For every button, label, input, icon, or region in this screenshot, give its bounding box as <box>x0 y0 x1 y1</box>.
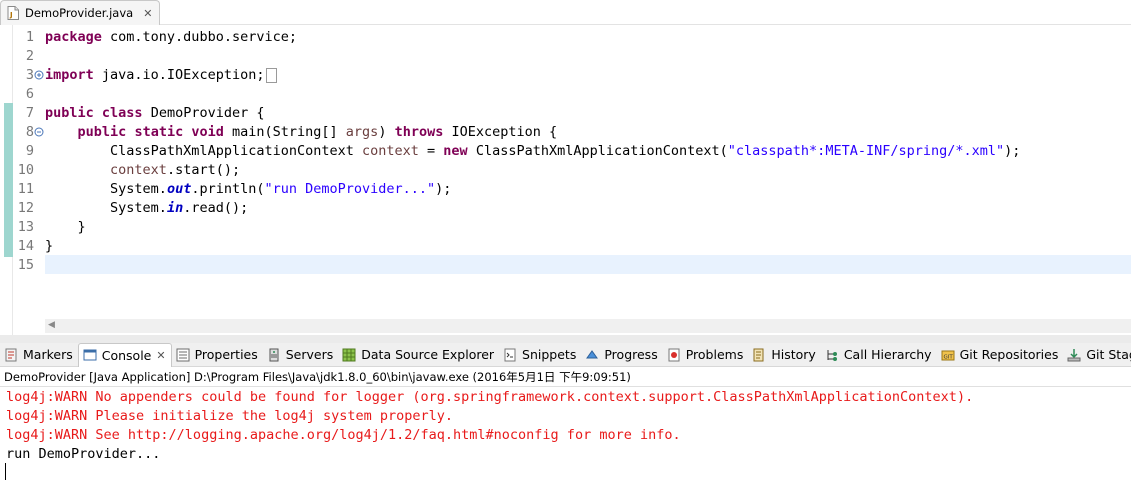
tab-git-staging[interactable]: Git Staging <box>1063 343 1131 367</box>
line-number: 8 <box>25 124 34 140</box>
java-file-icon: J <box>7 6 19 20</box>
tab-data-source-explorer[interactable]: Data Source Explorer <box>338 343 499 367</box>
tab-label: Git Repositories <box>959 347 1059 362</box>
line-number: 3 <box>25 67 34 83</box>
servers-icon <box>269 348 279 361</box>
expand-fold-icon[interactable] <box>34 70 44 80</box>
tab-label: Git Staging <box>1086 347 1131 362</box>
console-process-label: DemoProvider [Java Application] D:\Progr… <box>0 368 1131 387</box>
call-hierarchy-icon <box>827 349 837 361</box>
tab-label: History <box>771 347 816 362</box>
tab-label: Progress <box>604 347 658 362</box>
tab-label: Servers <box>285 347 334 362</box>
tab-problems[interactable]: Problems <box>663 343 749 367</box>
line-number: 6 <box>25 86 34 102</box>
folded-imports-marker[interactable] <box>266 67 278 83</box>
tab-servers[interactable]: Servers <box>263 343 339 367</box>
console-output[interactable]: log4j:WARN No appenders could be found f… <box>0 387 1131 492</box>
console-line: run DemoProvider... <box>6 446 161 462</box>
tab-console[interactable]: Console ✕ <box>77 342 172 367</box>
tab-label: Properties <box>194 347 258 362</box>
code-line-1: package com.tony.dubbo.service; <box>45 29 297 45</box>
svg-text:GIT: GIT <box>943 354 953 360</box>
code-line-3: import java.io.IOException; <box>45 66 278 85</box>
tab-properties[interactable]: Properties <box>172 343 263 367</box>
tab-label: Problems <box>685 347 744 362</box>
tab-label: Data Source Explorer <box>361 347 495 362</box>
code-editor[interactable]: 1 2 3 6 7 8 9 10 11 12 13 14 15 package … <box>0 25 1131 335</box>
code-area[interactable]: package com.tony.dubbo.service; import j… <box>45 25 1131 315</box>
data-source-icon <box>342 348 356 361</box>
line-number: 1 <box>25 29 34 45</box>
line-number: 14 <box>17 238 34 254</box>
line-number-gutter: 1 2 3 6 7 8 9 10 11 12 13 14 15 <box>14 25 44 315</box>
line-number: 9 <box>25 143 34 159</box>
collapse-fold-icon[interactable] <box>34 127 44 137</box>
git-repositories-icon: GIT <box>941 350 955 360</box>
line-number: 10 <box>17 162 34 178</box>
close-icon[interactable]: ✕ <box>156 349 165 362</box>
tab-git-repositories[interactable]: GIT Git Repositories <box>937 343 1064 367</box>
tab-call-hierarchy[interactable]: Call Hierarchy <box>821 343 937 367</box>
change-marker-bar <box>4 103 13 257</box>
editor-tab-demoprovider[interactable]: J DemoProvider.java ✕ <box>0 0 160 25</box>
svg-text:J: J <box>9 11 13 19</box>
tab-markers[interactable]: Markers <box>0 343 78 367</box>
line-number: 7 <box>25 105 34 121</box>
line-number: 15 <box>17 257 34 273</box>
snippets-icon <box>504 348 516 361</box>
scroll-left-icon[interactable]: ◀ <box>48 320 55 330</box>
properties-icon <box>176 348 190 361</box>
git-staging-icon <box>1067 348 1081 361</box>
code-line-13: } <box>77 219 86 235</box>
code-line-12: System.in.read(); <box>110 200 249 216</box>
code-line-10: context.start(); <box>110 162 241 178</box>
tab-label: Console <box>101 347 152 363</box>
code-line-9: ClassPathXmlApplicationContext context =… <box>110 143 1021 159</box>
tab-snippets[interactable]: Snippets <box>499 343 581 367</box>
console-line: log4j:WARN No appenders could be found f… <box>6 389 974 405</box>
console-line: log4j:WARN Please initialize the log4j s… <box>6 408 454 424</box>
tab-label: Markers <box>23 347 73 362</box>
line-number: 11 <box>17 181 34 197</box>
console-icon <box>83 349 97 361</box>
line-number: 13 <box>17 219 34 235</box>
editor-tab-bar: J DemoProvider.java ✕ <box>0 0 1131 25</box>
problems-icon <box>668 348 680 361</box>
code-line-14: } <box>45 238 54 254</box>
progress-icon <box>586 349 599 358</box>
tab-label: Snippets <box>522 347 577 362</box>
markers-icon <box>5 348 17 361</box>
code-line-8: public static void main(String[] args) t… <box>77 124 558 140</box>
history-icon <box>753 348 764 361</box>
tab-label: Call Hierarchy <box>843 347 932 362</box>
tab-history[interactable]: History <box>748 343 820 367</box>
line-number: 12 <box>17 200 34 216</box>
code-line-11: System.out.println("run DemoProvider..."… <box>110 181 452 197</box>
text-caret <box>5 463 6 480</box>
view-tab-bar: Markers Console ✕ Properties Servers Dat… <box>0 342 1131 367</box>
console-line: log4j:WARN See http://logging.apache.org… <box>6 427 681 443</box>
line-number: 2 <box>25 48 34 64</box>
tab-progress[interactable]: Progress <box>581 343 662 367</box>
horizontal-scrollbar[interactable]: ◀ <box>45 319 1131 333</box>
close-icon[interactable]: ✕ <box>143 7 152 20</box>
editor-tab-label: DemoProvider.java <box>25 6 134 20</box>
overview-ruler <box>0 25 13 335</box>
code-line-7: public class DemoProvider { <box>45 105 265 121</box>
